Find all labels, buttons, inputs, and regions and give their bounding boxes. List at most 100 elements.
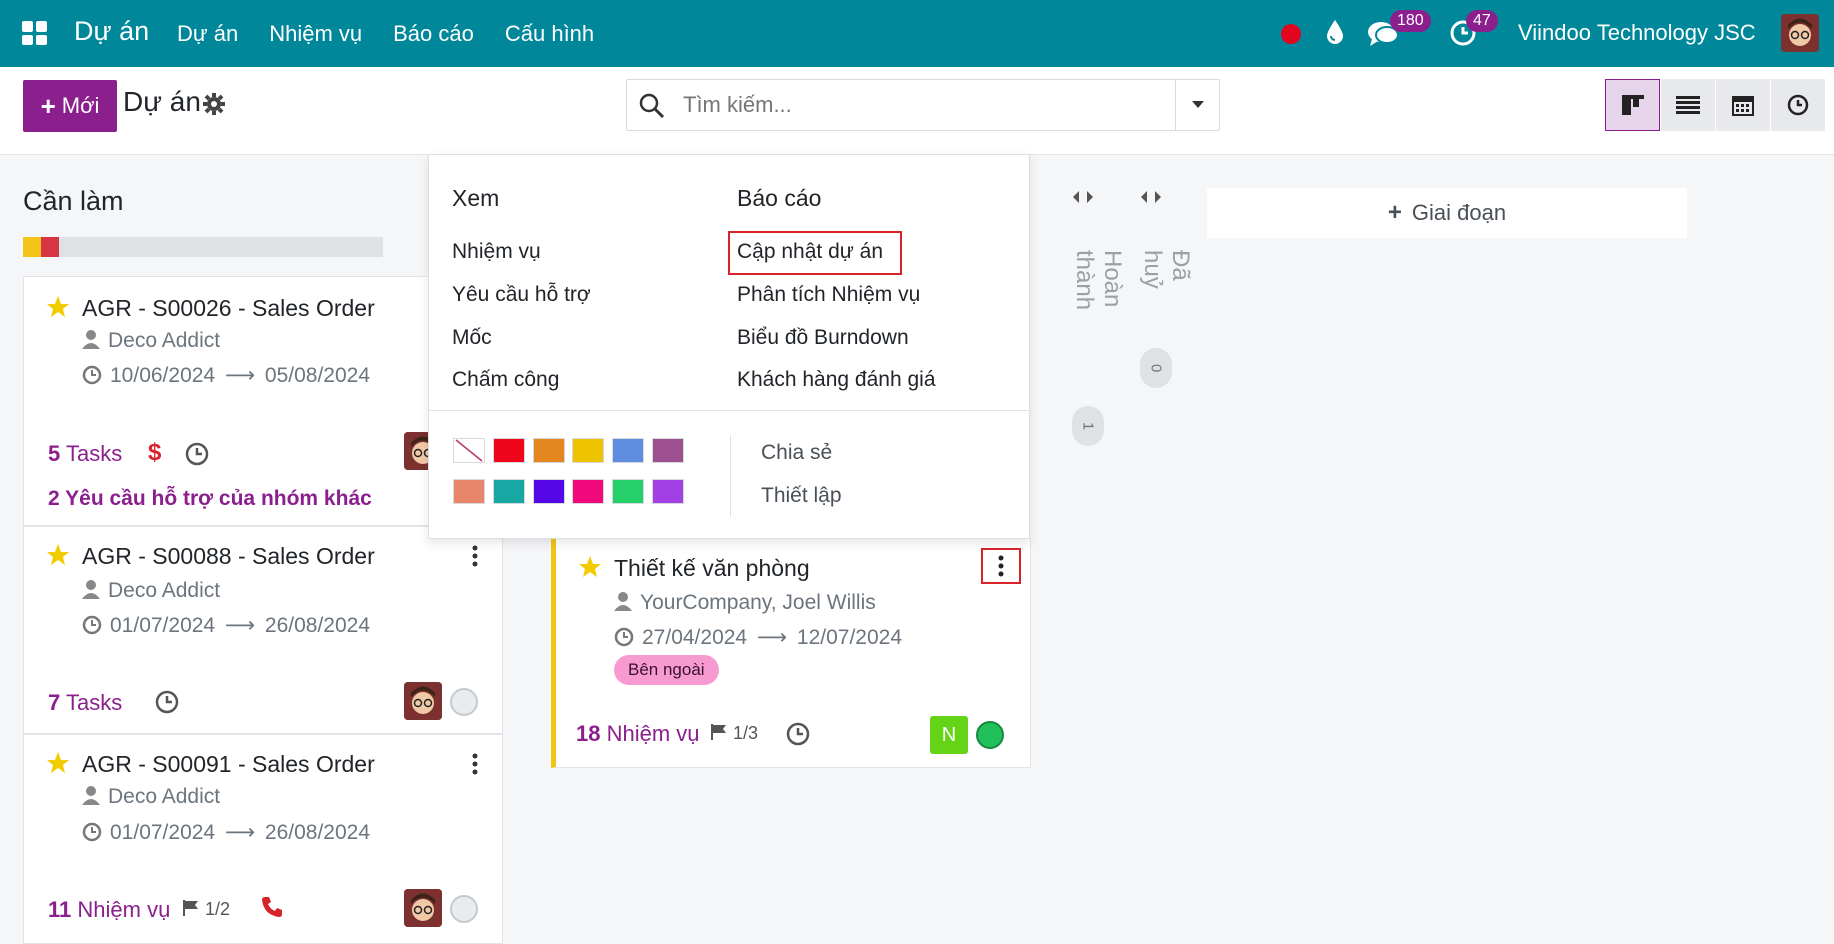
kebab-menu-icon[interactable] — [471, 545, 479, 572]
kanban-view-button[interactable] — [1605, 79, 1660, 131]
calendar-view-button[interactable] — [1715, 79, 1770, 131]
color-swatch-pink[interactable] — [572, 479, 604, 504]
project-card[interactable]: AGR - S00088 - Sales Order Deco Addict 0… — [23, 526, 503, 734]
folded-column-done[interactable]: Hoàn thành 1 — [1071, 190, 1126, 446]
expand-arrows-icon[interactable] — [1140, 190, 1162, 204]
assignee-avatar[interactable] — [404, 682, 442, 720]
color-swatch-salmon[interactable] — [453, 479, 485, 504]
top-navbar: Dự án Dự án Nhiệm vụ Báo cáo Cấu hình 18… — [0, 0, 1834, 67]
menu-item-tickets[interactable]: Yêu cầu hỗ trợ — [452, 283, 591, 307]
kanban-icon — [1621, 95, 1644, 115]
folded-column-cancelled[interactable]: Đã huỷ 0 — [1139, 190, 1194, 388]
plus-icon: + — [1387, 199, 1402, 226]
card-customer: Deco Addict — [82, 785, 220, 809]
user-avatar[interactable] — [1781, 14, 1819, 52]
list-view-button[interactable] — [1660, 79, 1715, 131]
task-count-link[interactable]: 18 Nhiệm vụ — [576, 721, 700, 747]
expand-arrows-icon[interactable] — [1072, 190, 1094, 204]
menu-item-settings[interactable]: Thiết lập — [761, 484, 842, 508]
arrow-right-icon: ⟶ — [224, 821, 256, 844]
color-swatch-purple[interactable] — [652, 438, 684, 463]
color-swatch-indigo[interactable] — [533, 479, 565, 504]
card-title: Thiết kế văn phòng — [614, 555, 810, 581]
milestone-indicator[interactable]: 1/3 — [710, 723, 758, 744]
clock-icon — [82, 615, 102, 635]
user-icon — [82, 330, 100, 349]
color-swatch-red[interactable] — [493, 438, 525, 463]
status-indicator[interactable] — [976, 721, 1004, 749]
view-section-header: Xem — [452, 185, 500, 211]
menu-item-share[interactable]: Chia sẻ — [761, 441, 832, 465]
phone-icon[interactable] — [260, 895, 284, 924]
clock-icon — [82, 822, 102, 842]
task-count-link[interactable]: 5 Tasks — [48, 441, 122, 467]
project-card[interactable]: AGR - S00091 - Sales Order Deco Addict 0… — [23, 734, 503, 944]
color-swatch-violet[interactable] — [652, 479, 684, 504]
activity-view-button[interactable] — [1770, 79, 1825, 131]
page-title: Dự án — [123, 86, 201, 117]
task-count-link[interactable]: 7 Tasks — [48, 690, 122, 716]
chat-count-badge: 180 — [1390, 10, 1431, 32]
clock-icon — [614, 627, 634, 647]
activity-clock-icon[interactable] — [154, 689, 180, 720]
color-swatch-none[interactable] — [453, 438, 485, 463]
star-icon[interactable] — [46, 751, 70, 780]
color-swatch-blue[interactable] — [612, 438, 644, 463]
kebab-menu-icon — [998, 555, 1004, 577]
card-dates: 27/04/2024 ⟶ 12/07/2024 — [614, 625, 902, 650]
company-switcher[interactable]: Viindoo Technology JSC — [1518, 20, 1756, 46]
color-swatch-yellow[interactable] — [572, 438, 604, 463]
menu-item-projects[interactable]: Dự án — [177, 21, 238, 47]
card-title: AGR - S00091 - Sales Order — [82, 751, 375, 777]
menu-item-project-update[interactable]: Cập nhật dự án — [737, 240, 883, 264]
menu-item-config[interactable]: Cấu hình — [505, 21, 594, 47]
menu-item-reports[interactable]: Báo cáo — [393, 21, 474, 47]
apps-menu-icon[interactable] — [22, 21, 47, 45]
star-icon[interactable] — [46, 543, 70, 572]
menu-item-task-analysis[interactable]: Phân tích Nhiệm vụ — [737, 283, 920, 307]
menu-item-ratings[interactable]: Khách hàng đánh giá — [737, 368, 936, 392]
color-swatch-teal[interactable] — [493, 479, 525, 504]
add-stage-button[interactable]: + Giai đoạn — [1207, 188, 1687, 238]
gear-icon[interactable] — [203, 93, 225, 120]
search-options-toggle[interactable] — [1175, 80, 1219, 130]
menu-item-burndown[interactable]: Biểu đồ Burndown — [737, 326, 909, 350]
clock-icon — [1787, 94, 1809, 116]
column-progress-bar[interactable] — [23, 237, 383, 257]
report-section-header: Báo cáo — [737, 185, 822, 211]
assignee-avatar[interactable] — [404, 889, 442, 927]
activity-clock-icon[interactable] — [785, 721, 811, 752]
menu-item-tasks[interactable]: Nhiệm vụ — [269, 21, 362, 47]
task-count-link[interactable]: 11 Nhiệm vụ — [48, 897, 170, 923]
star-icon[interactable] — [46, 295, 70, 324]
project-card-selected[interactable]: Thiết kế văn phòng YourCompany, Joel Wil… — [551, 538, 1031, 768]
new-button[interactable]: + Mới — [23, 80, 117, 132]
card-customer: YourCompany, Joel Willis — [614, 591, 876, 615]
milestone-indicator[interactable]: 1/2 — [182, 899, 230, 920]
user-icon — [82, 786, 100, 805]
color-swatch-green[interactable] — [612, 479, 644, 504]
star-icon[interactable] — [578, 555, 602, 584]
list-icon — [1676, 96, 1700, 114]
status-indicator[interactable] — [450, 895, 478, 923]
menu-item-milestones[interactable]: Mốc — [452, 326, 492, 350]
helpdesk-link[interactable]: 2 Yêu cầu hỗ trợ của nhóm khác — [48, 487, 372, 511]
tag-badge: Bên ngoài — [614, 655, 719, 685]
water-drop-icon[interactable] — [1325, 19, 1345, 50]
view-switcher — [1605, 79, 1825, 131]
record-dot-icon[interactable] — [1281, 24, 1301, 44]
dollar-icon[interactable]: $ — [148, 439, 161, 467]
assignee-avatar[interactable]: N — [930, 716, 968, 754]
card-dates: 10/06/2024 ⟶ 05/08/2024 — [82, 363, 370, 388]
app-brand[interactable]: Dự án — [74, 16, 149, 47]
kebab-menu-button[interactable] — [981, 548, 1021, 584]
column-count-badge: 0 — [1140, 348, 1172, 388]
menu-item-tasks[interactable]: Nhiệm vụ — [452, 240, 541, 264]
menu-item-timesheets[interactable]: Chấm công — [452, 368, 559, 392]
color-swatch-orange[interactable] — [533, 438, 565, 463]
status-indicator[interactable] — [450, 688, 478, 716]
search-input[interactable] — [681, 86, 1151, 124]
column-title[interactable]: Cần làm — [23, 186, 124, 217]
kebab-menu-icon[interactable] — [471, 753, 479, 780]
activity-clock-icon[interactable] — [184, 441, 210, 472]
